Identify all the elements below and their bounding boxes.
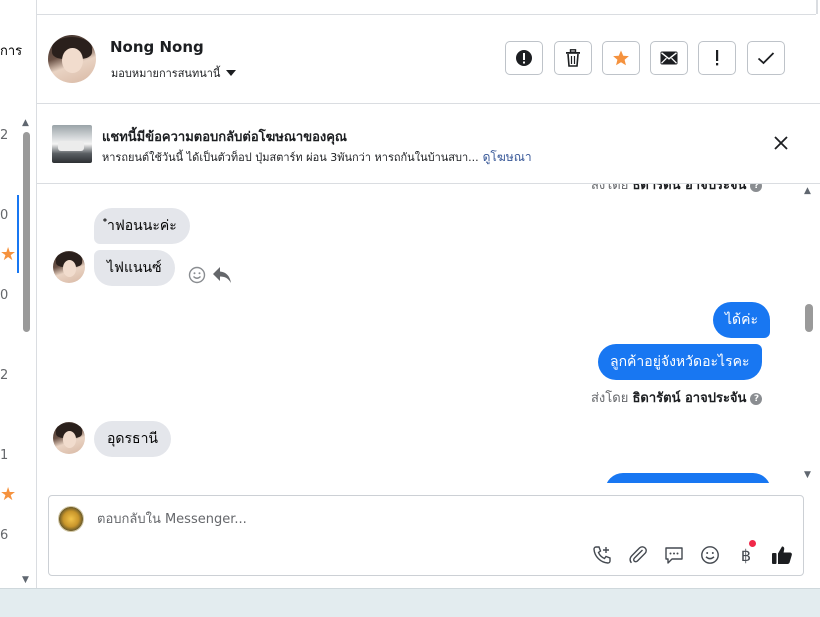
attach-button[interactable] [627, 544, 649, 566]
phone-plus-icon [593, 546, 611, 564]
chat-bubble-icon [665, 547, 683, 564]
contact-avatar[interactable] [53, 251, 85, 283]
conversation-list-header-text: การ [0, 44, 23, 59]
trash-icon [566, 49, 580, 67]
message-thread-scrollbar[interactable] [805, 304, 813, 332]
incoming-message[interactable]: ำฟอนนะค่ะ [94, 208, 190, 244]
outgoing-message[interactable]: ลูกค้าอยู่จังหวัดอะไรคะ [598, 344, 762, 380]
emoji-button[interactable] [699, 544, 721, 566]
call-button[interactable] [591, 544, 613, 566]
reply-icon[interactable] [212, 266, 232, 284]
info-icon[interactable]: ? [750, 184, 763, 192]
scroll-down-arrow-icon[interactable]: ▼ [22, 575, 29, 585]
page-avatar [58, 506, 84, 532]
ad-thumbnail[interactable] [52, 125, 92, 163]
window-bottom-strip [0, 588, 820, 617]
incoming-message[interactable]: ไฟแนนซ์ [94, 250, 175, 286]
payment-button[interactable]: ฿ [735, 540, 757, 566]
exclamation-icon [716, 50, 719, 66]
sent-by-label: ส่งโดย ธิดารัตน์ อาจประจัน? [591, 387, 763, 408]
star-button[interactable] [602, 41, 640, 75]
sent-by-label: ส่งโดย ธิดารัตน์ อาจประจัน? [591, 184, 763, 195]
assign-conversation-dropdown[interactable]: มอบหมายการสนทนานี้ [111, 64, 237, 82]
window-edge [816, 0, 818, 14]
selected-conversation-indicator [17, 195, 19, 273]
outgoing-message[interactable]: ได้ค่ะ [713, 302, 771, 338]
message-thread: ส่งโดย ธิดารัตน์ อาจประจัน? ำฟอนนะค่ะ ไฟ… [37, 184, 801, 483]
delete-button[interactable] [554, 41, 592, 75]
check-icon [757, 52, 775, 65]
view-ad-link[interactable]: ดูโฆษณา [483, 150, 532, 164]
assign-label: มอบหมายการสนทนานี้ [111, 67, 221, 80]
mark-unread-button[interactable] [650, 41, 688, 75]
thumbs-up-icon [772, 546, 792, 564]
mark-spam-button[interactable] [505, 41, 543, 75]
ad-reply-banner: แชทนี้มีข้อความตอบกลับต่อโฆษณาของคุณ หาร… [37, 104, 820, 184]
conversation-list: การ 2 0 ★ 0 2 1 ★ 6 ▲ ▼ [0, 0, 37, 588]
conversation-count[interactable]: 2 [0, 368, 8, 383]
alert-circle-icon [516, 50, 532, 66]
star-icon [613, 50, 629, 66]
reply-input[interactable] [97, 510, 737, 528]
notification-dot [749, 540, 756, 547]
outgoing-message[interactable] [605, 473, 771, 483]
conversation-count[interactable]: 6 [0, 528, 8, 543]
star-icon: ★ [0, 244, 17, 265]
scroll-down-arrow-icon[interactable]: ▼ [804, 470, 811, 480]
scroll-up-arrow-icon[interactable]: ▲ [22, 118, 29, 128]
conversation-count[interactable]: 1 [0, 448, 8, 463]
star-icon: ★ [0, 484, 17, 505]
sent-by-prefix: ส่งโดย [591, 184, 629, 193]
mark-done-button[interactable] [747, 41, 785, 75]
ad-banner-title: แชทนี้มีข้อความตอบกลับต่อโฆษณาของคุณ [102, 130, 347, 145]
info-icon[interactable]: ? [750, 392, 763, 405]
conversation-header: Nong Nong มอบหมายการสนทนานี้ [37, 15, 820, 104]
incoming-message[interactable]: อุดรธานี [94, 421, 171, 457]
contact-avatar[interactable] [53, 422, 85, 454]
flag-button[interactable] [698, 41, 736, 75]
ad-description: หารถยนต์ใช้วันนี้ ได้เป็นตัวท็อป ปุ่มสตา… [102, 151, 479, 164]
contact-name[interactable]: Nong Nong [110, 38, 204, 56]
conversation-count[interactable]: 0 [0, 288, 8, 303]
close-icon[interactable] [774, 136, 788, 150]
sent-by-prefix: ส่งโดย [591, 391, 629, 406]
agent-name: ธิดารัตน์ อาจประจัน [632, 391, 747, 406]
agent-name: ธิดารัตน์ อาจประจัน [632, 184, 747, 193]
baht-icon: ฿ [740, 545, 752, 565]
page: การ 2 0 ★ 0 2 1 ★ 6 ▲ ▼ Nong Nong มอบหมา… [0, 0, 820, 588]
like-button[interactable] [771, 544, 793, 566]
smiley-react-icon[interactable] [188, 266, 206, 284]
reply-composer: ฿ [48, 495, 804, 576]
contact-avatar[interactable] [48, 35, 96, 83]
saved-replies-button[interactable] [663, 544, 685, 566]
mail-icon [660, 51, 678, 65]
conversation-count[interactable]: 0 [0, 208, 8, 223]
conversation-list-scrollbar[interactable] [23, 132, 30, 332]
paperclip-icon [629, 546, 647, 564]
smiley-icon [701, 546, 719, 564]
ad-banner-subtitle: หารถยนต์ใช้วันนี้ ได้เป็นตัวท็อป ปุ่มสตา… [102, 148, 532, 167]
caret-down-icon [226, 70, 237, 76]
scroll-up-arrow-icon[interactable]: ▲ [804, 186, 811, 196]
conversation-count[interactable]: 2 [0, 128, 8, 143]
